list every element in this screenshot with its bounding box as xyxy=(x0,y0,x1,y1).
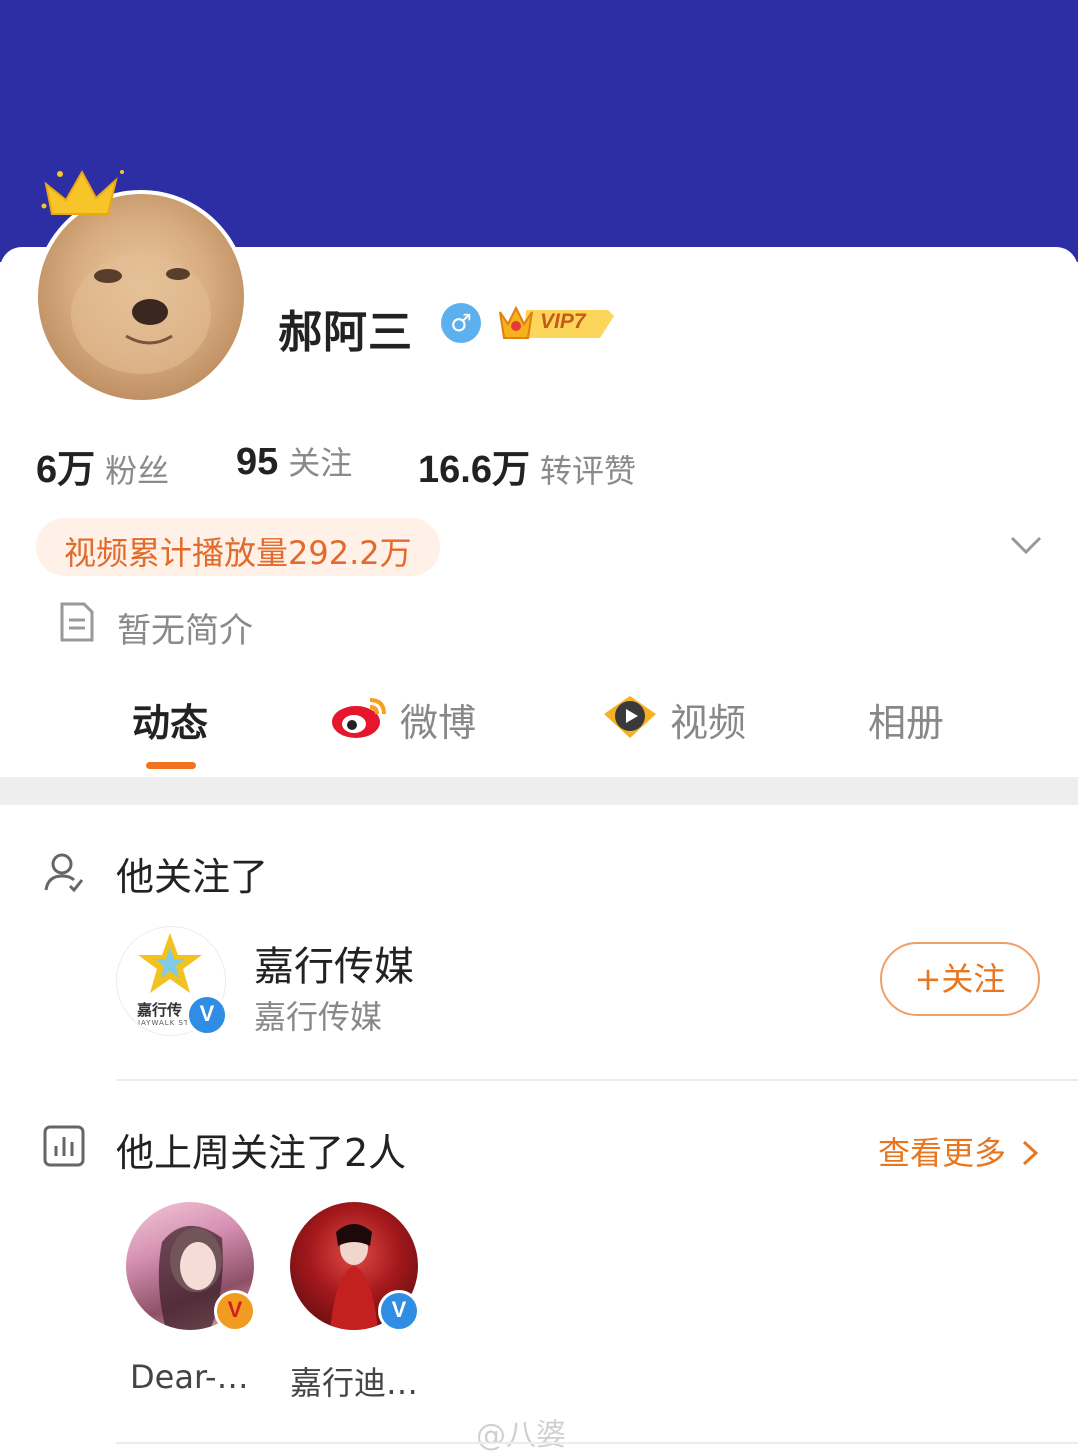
followed-user-name[interactable]: Dear-… xyxy=(130,1358,249,1396)
tab-dynamics[interactable]: 动态 xyxy=(132,692,208,747)
stat-following[interactable]: 95 关注 xyxy=(236,438,352,484)
weibo-icon xyxy=(332,698,386,738)
see-more-label: 查看更多 xyxy=(878,1134,1007,1172)
male-gender-icon: ♂ xyxy=(441,303,481,343)
vip-level-label: VIP7 xyxy=(540,310,586,333)
verified-badge-icon: V xyxy=(378,1290,420,1332)
stat-fans-label: 粉丝 xyxy=(105,452,170,490)
chevron-down-icon[interactable] xyxy=(1006,530,1046,560)
section-divider xyxy=(0,777,1078,805)
tab-video[interactable]: 视频 xyxy=(670,692,746,747)
user-follow-icon xyxy=(44,853,84,893)
see-more-link[interactable]: 查看更多 xyxy=(878,1128,1040,1174)
list-divider xyxy=(116,1079,1078,1081)
stat-interactions-label: 转评赞 xyxy=(539,452,636,490)
chevron-right-icon xyxy=(1023,1140,1039,1166)
tab-album[interactable]: 相册 xyxy=(868,692,944,747)
follow-button[interactable]: +关注 xyxy=(880,942,1040,1016)
star-logo-icon xyxy=(138,933,202,993)
weekly-follow-title: 他上周关注了2人 xyxy=(116,1131,407,1175)
crown-icon xyxy=(41,169,124,215)
stat-following-label: 关注 xyxy=(288,444,353,482)
profile-bio: 暂无简介 xyxy=(117,611,253,651)
org-name[interactable]: 嘉行传媒 xyxy=(254,934,414,992)
following-section-title: 他关注了 xyxy=(116,855,269,899)
stat-fans-value: 6万 xyxy=(36,449,96,491)
profile-username: 郝阿三 xyxy=(278,307,413,358)
tab-weibo[interactable]: 微博 xyxy=(400,692,476,747)
stat-following-value: 95 xyxy=(236,441,279,483)
document-icon xyxy=(60,602,94,642)
stat-interactions[interactable]: 16.6万 转评赞 xyxy=(418,438,636,493)
followed-user-name[interactable]: 嘉行迪… xyxy=(290,1358,418,1404)
org-logo-text: 嘉行传 xyxy=(137,1001,183,1019)
video-play-count-text: 视频累计播放量292.2万 xyxy=(64,534,412,572)
verified-badge-icon: V xyxy=(214,1290,256,1332)
org-subtitle: 嘉行传媒 xyxy=(254,998,383,1036)
list-divider xyxy=(116,1442,1078,1444)
active-tab-indicator xyxy=(146,762,196,769)
org-logo-subtext: JAYWALK ST xyxy=(138,1019,190,1027)
stat-fans[interactable]: 6万 粉丝 xyxy=(36,438,169,493)
stat-interactions-value: 16.6万 xyxy=(418,449,530,491)
watermark: @八婆 xyxy=(476,1418,566,1453)
verified-badge-icon: V xyxy=(186,994,228,1036)
video-icon xyxy=(604,696,656,738)
bar-chart-icon xyxy=(43,1125,85,1167)
